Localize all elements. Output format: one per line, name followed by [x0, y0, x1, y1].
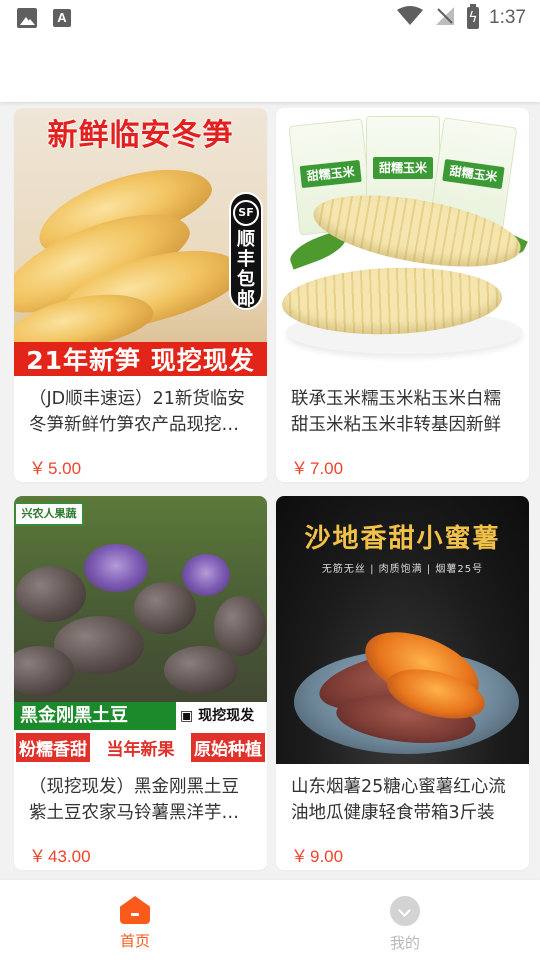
sf-express-badge: SF 顺丰包邮 — [229, 192, 263, 310]
brand-logo: 兴农人果蔬 — [14, 502, 84, 526]
price-value: 43.00 — [48, 847, 91, 866]
product-image[interactable]: 沙地香甜小蜜薯 无筋无丝 | 肉质饱满 | 烟薯25号 — [276, 496, 529, 764]
app-header — [0, 36, 540, 102]
product-title[interactable]: 联承玉米糯玉米粘玉米白糯甜玉米粘玉米非转基因新鲜 — [291, 386, 515, 438]
image-banner-tag: ▣ 现挖现发 — [176, 702, 267, 730]
nav-home-label: 首页 — [119, 932, 150, 950]
product-title[interactable]: （JD顺丰速运）21新货临安冬笋新鲜竹笋农产品现挖现发 — [29, 386, 253, 438]
price-value: 9.00 — [310, 847, 344, 866]
product-image[interactable]: 新鲜临安冬笋 SF 顺丰包邮 21年新笋 现挖现发 — [14, 108, 267, 376]
currency-symbol: ￥ — [29, 459, 46, 478]
nav-profile[interactable]: 我的 — [270, 880, 540, 960]
home-icon[interactable] — [120, 896, 150, 924]
bottom-nav: 首页 我的 — [0, 880, 540, 960]
no-signal-icon — [435, 6, 455, 30]
potato-graphic — [182, 554, 230, 596]
image-headline: 沙地香甜小蜜薯 — [304, 524, 501, 554]
wifi-icon — [397, 6, 424, 30]
currency-symbol: ￥ — [291, 459, 308, 478]
product-card[interactable]: 甜糯玉米 甜糯玉米 甜糯玉米 联承玉米糯玉米粘玉米白糯甜玉米粘玉米非转基因新鲜 … — [276, 108, 529, 482]
status-left: A — [17, 8, 71, 28]
product-price: ￥ 7.00 — [291, 454, 343, 479]
status-bar: A 1:37 — [0, 0, 540, 36]
profile-icon[interactable] — [390, 896, 420, 926]
bag-label: 甜糯玉米 — [373, 157, 433, 179]
product-image[interactable]: 兴农人果蔬 黑金刚黑土豆 ▣ 现挖现发 粉糯香甜 当年新果 原始种植 — [14, 496, 267, 764]
nav-profile-label: 我的 — [389, 934, 420, 952]
potato-graphic — [84, 544, 148, 592]
tag-text: 粉糯香甜 — [16, 732, 90, 762]
product-title[interactable]: （现挖现发）黑金刚黑土豆紫土豆农家马铃薯黑洋芋新鲜 — [29, 774, 253, 826]
battery-charging-icon — [467, 4, 480, 29]
price-value: 7.00 — [310, 459, 344, 478]
product-card[interactable]: 新鲜临安冬笋 SF 顺丰包邮 21年新笋 现挖现发 （JD顺丰速运）21新货临安… — [14, 108, 267, 482]
potato-graphic — [214, 596, 266, 656]
image-headline: 新鲜临安冬笋 — [47, 118, 234, 153]
image-banner: 黑金刚黑土豆 — [14, 702, 176, 730]
image-banner: 21年新笋 现挖现发 — [14, 342, 267, 376]
tag-text: 当年新果 — [106, 739, 175, 760]
currency-symbol: ￥ — [29, 847, 46, 866]
currency-symbol: ￥ — [291, 847, 308, 866]
sf-logo: SF — [233, 200, 259, 226]
product-image[interactable]: 甜糯玉米 甜糯玉米 甜糯玉米 — [276, 108, 529, 376]
bag-label: 甜糯玉米 — [442, 158, 505, 190]
product-price: ￥ 5.00 — [29, 454, 81, 479]
product-title[interactable]: 山东烟薯25糖心蜜薯红心流油地瓜健康轻食带箱3斤装 — [291, 774, 515, 826]
product-grid[interactable]: 新鲜临安冬笋 SF 顺丰包邮 21年新笋 现挖现发 （JD顺丰速运）21新货临安… — [0, 104, 540, 876]
nav-home[interactable]: 首页 — [0, 880, 270, 960]
status-right: 1:37 — [397, 4, 526, 30]
image-subheadline: 无筋无丝 | 肉质饱满 | 烟薯25号 — [321, 564, 484, 575]
potato-graphic — [14, 646, 74, 696]
potato-graphic — [134, 582, 196, 634]
tag-text: 原始种植 — [191, 732, 265, 762]
gallery-icon — [17, 8, 37, 28]
image-tagline: 粉糯香甜 当年新果 原始种植 — [14, 730, 267, 764]
status-time: 1:37 — [489, 7, 526, 28]
product-price: ￥ 9.00 — [291, 842, 343, 867]
bag-label: 甜糯玉米 — [299, 159, 362, 189]
potato-graphic — [164, 646, 238, 694]
price-value: 5.00 — [48, 459, 82, 478]
sf-badge-text: 顺丰包邮 — [237, 229, 255, 310]
image-banner-tag-text: 现挖现发 — [198, 708, 255, 724]
product-card[interactable]: 兴农人果蔬 黑金刚黑土豆 ▣ 现挖现发 粉糯香甜 当年新果 原始种植 （现挖现发… — [14, 496, 267, 870]
product-price: ￥ 43.00 — [29, 842, 91, 867]
text-a-icon: A — [53, 9, 71, 27]
potato-graphic — [16, 566, 86, 622]
product-card[interactable]: 沙地香甜小蜜薯 无筋无丝 | 肉质饱满 | 烟薯25号 山东烟薯25糖心蜜薯红心… — [276, 496, 529, 870]
